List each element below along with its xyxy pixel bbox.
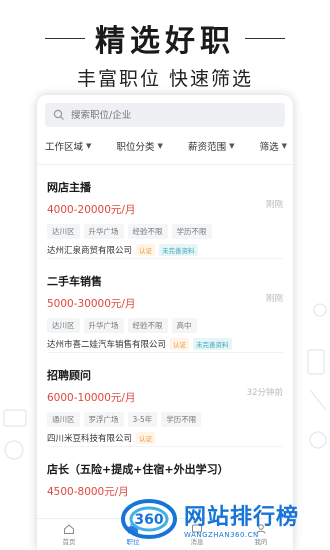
filter-salary-label: 薪资范围 xyxy=(188,141,227,153)
filter-category-label: 职位分类 xyxy=(116,141,155,153)
job-salary: 4000-20000元/月 xyxy=(47,204,136,216)
watermark: 360 网站排行榜 WANGZHAN360.CN xyxy=(120,488,330,550)
caret-down-icon: ▼ xyxy=(157,141,163,150)
watermark-text: 网站排行榜 WANGZHAN360.CN xyxy=(184,499,299,539)
job-title: 店长（五险+提成+住宿+外出学习） xyxy=(47,463,229,476)
hero-line-right xyxy=(245,37,285,39)
incomplete-profile-badge: 未完善资料 xyxy=(193,338,232,350)
filter-more-label: 筛选 xyxy=(259,141,279,153)
watermark-url: WANGZHAN360.CN xyxy=(184,531,259,539)
filter-bar: 工作区域 ▼ 职位分类 ▼ 薪资范围 ▼ 筛选 ▼ xyxy=(37,127,293,165)
incomplete-profile-badge: 未完善资料 xyxy=(159,244,198,256)
job-tag: 高中 xyxy=(171,318,197,333)
verified-badge: 认证 xyxy=(136,244,156,256)
hero-title: 精选好职 xyxy=(95,24,235,59)
tab-home-label: 首页 xyxy=(62,538,76,546)
job-tag: 经验不限 xyxy=(127,318,168,333)
job-tag: 经验不限 xyxy=(127,224,168,239)
job-tags: 达川区 升华广场 经验不限 高中 xyxy=(47,318,283,333)
company-name: 四川米豆科技有限公司 xyxy=(47,434,133,444)
company-name: 达州市喜二娃汽车销售有限公司 xyxy=(47,340,167,350)
job-tag: 罗浮广场 xyxy=(83,412,124,427)
job-time: 刚刚 xyxy=(265,200,283,210)
caret-down-icon: ▼ xyxy=(229,141,235,150)
job-tag: 升华广场 xyxy=(83,224,124,239)
hero-banner: 精选好职 丰富职位 快速筛选 xyxy=(0,0,330,96)
background-decoration xyxy=(307,303,327,449)
job-card[interactable]: 网店主播 4000-20000元/月 刚刚 达川区 升华广场 经验不限 学历不限… xyxy=(47,165,283,259)
job-tag: 学历不限 xyxy=(171,224,212,239)
company-name: 达州汇泉商贸有限公司 xyxy=(47,246,133,256)
hero-line-left xyxy=(45,37,85,39)
job-tag: 学历不限 xyxy=(161,412,202,427)
tab-home[interactable]: 首页 xyxy=(63,523,76,546)
filter-more[interactable]: 筛选 ▼ xyxy=(260,139,287,153)
caret-down-icon: ▼ xyxy=(281,141,287,150)
search-bar[interactable] xyxy=(45,103,285,127)
360-logo-icon: 360 xyxy=(121,499,177,539)
hero-subtitle: 丰富职位 快速筛选 xyxy=(76,68,254,90)
job-list: 网店主播 4000-20000元/月 刚刚 达川区 升华广场 经验不限 学历不限… xyxy=(37,165,293,541)
job-tag: 升华广场 xyxy=(83,318,124,333)
job-card[interactable]: 招聘顾问 6000-10000元/月 32分钟前 通川区 罗浮广场 3-5年 学… xyxy=(47,353,283,447)
filter-salary[interactable]: 薪资范围 ▼ xyxy=(188,139,234,153)
home-icon xyxy=(64,524,74,534)
job-tag: 达川区 xyxy=(47,318,80,333)
watermark-title: 网站排行榜 xyxy=(184,505,300,530)
search-icon xyxy=(53,109,64,120)
hero-title-row: 精选好职 xyxy=(0,20,330,59)
job-tags: 通川区 罗浮广场 3-5年 学历不限 xyxy=(47,412,283,427)
job-time: 32分钟前 xyxy=(246,388,283,398)
phone-screen: 工作区域 ▼ 职位分类 ▼ 薪资范围 ▼ 筛选 ▼ 网店主播 4000-2000… xyxy=(37,95,293,550)
filter-category[interactable]: 职位分类 ▼ xyxy=(117,139,163,153)
job-title: 招聘顾问 xyxy=(47,369,91,382)
job-tags: 达川区 升华广场 经验不限 学历不限 xyxy=(47,224,283,239)
job-tag: 达川区 xyxy=(47,224,80,239)
job-title: 二手车销售 xyxy=(47,275,102,288)
verified-badge: 认证 xyxy=(170,338,190,350)
search-input[interactable] xyxy=(71,109,251,121)
filter-area[interactable]: 工作区域 ▼ xyxy=(45,139,91,153)
job-time: 刚刚 xyxy=(265,294,283,304)
company-row: 四川米豆科技有限公司 认证 xyxy=(47,432,283,444)
job-title: 网店主播 xyxy=(47,181,91,194)
company-row: 达州市喜二娃汽车销售有限公司 认证 未完善资料 xyxy=(47,338,283,350)
company-row: 达州汇泉商贸有限公司 认证 未完善资料 xyxy=(47,244,283,256)
job-tag: 通川区 xyxy=(47,412,80,427)
caret-down-icon: ▼ xyxy=(86,141,92,150)
job-card[interactable]: 二手车销售 5000-30000元/月 刚刚 达川区 升华广场 经验不限 高中 … xyxy=(47,259,283,353)
job-salary: 5000-30000元/月 xyxy=(47,298,136,310)
filter-area-label: 工作区域 xyxy=(45,141,84,153)
verified-badge: 认证 xyxy=(136,432,156,444)
job-tag: 3-5年 xyxy=(127,412,158,427)
360-logo-text: 360 xyxy=(134,512,163,528)
